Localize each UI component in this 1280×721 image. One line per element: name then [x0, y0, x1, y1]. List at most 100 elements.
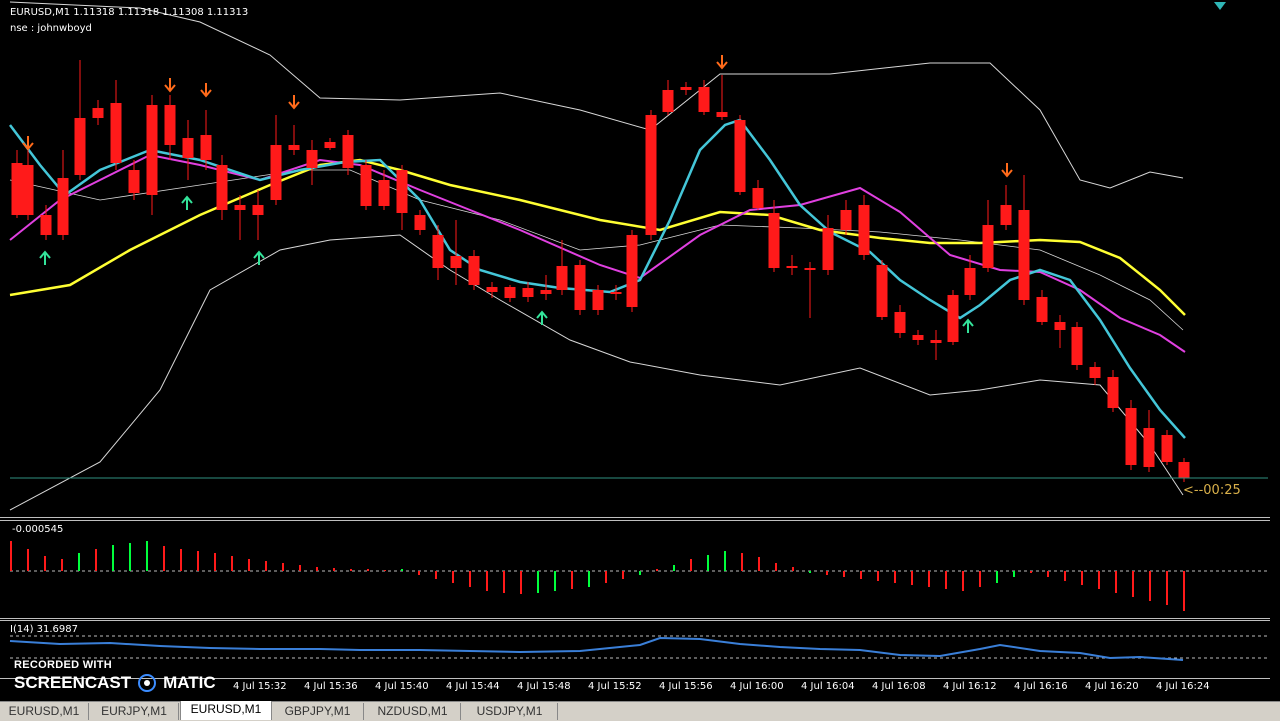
bear-candle [270, 115, 282, 205]
time-tick: 4 Jul 15:44 [446, 681, 500, 692]
bear-candle [930, 330, 942, 360]
bear-candle [556, 240, 568, 295]
time-tick: 4 Jul 16:20 [1085, 681, 1139, 692]
bear-candle [1125, 400, 1137, 470]
time-tick: 4 Jul 16:00 [730, 681, 784, 692]
bear-candle [858, 195, 870, 260]
bear-candle [396, 165, 408, 230]
time-tick: 4 Jul 15:40 [375, 681, 429, 692]
symbol-tabs: EURUSD,M1 EURJPY,M1 EURUSD,M1 GBPJPY,M1 NZDU… [0, 701, 1280, 721]
bear-candle [360, 160, 372, 210]
time-tick: 4 Jul 15:32 [233, 681, 287, 692]
bear-candle [1143, 410, 1155, 472]
rsi-line [9, 636, 1184, 661]
time-tick: 4 Jul 15:52 [588, 681, 642, 692]
bear-candle [1071, 322, 1083, 370]
bear-candle [22, 140, 34, 220]
chart-title: EURUSD,M1 1.11318 1.11318 1.11308 1.1131… [10, 7, 249, 18]
bear-candle [57, 150, 69, 240]
bear-candle [822, 215, 834, 275]
fast-ema-line [9, 118, 1186, 439]
bear-candle [894, 305, 906, 338]
time-tick: 4 Jul 15:36 [304, 681, 358, 692]
buy-arrow-icon [181, 195, 193, 210]
sell-arrow-icon [1001, 163, 1013, 178]
bear-candle [504, 285, 516, 302]
buy-arrow-icon [39, 250, 51, 265]
bear-candle [342, 130, 354, 175]
mid-ema-line [9, 153, 1186, 353]
panel-separator [0, 517, 1270, 518]
sell-arrow-icon [164, 78, 176, 93]
bear-candle [306, 140, 318, 185]
bear-candle [432, 225, 444, 280]
bollinger-bands [9, 1, 1184, 511]
bear-candle [1036, 290, 1048, 325]
bear-candle [92, 100, 104, 125]
bear-candle [324, 138, 336, 150]
tab-eurusd-m1[interactable]: EURUSD,M1 [180, 701, 272, 720]
bear-candle [912, 330, 924, 345]
panel-separator [0, 618, 1270, 619]
price-chart[interactable]: <--00:25 [0, 0, 1280, 520]
bear-candle [716, 75, 728, 120]
sell-arrow-icon [200, 83, 212, 98]
lower-band [9, 234, 1184, 511]
bear-candle [734, 115, 746, 195]
bear-candle [414, 210, 426, 235]
tab-usdjpy-m1[interactable]: USDJPY,M1 [462, 703, 558, 720]
buy-arrow-icon [536, 310, 548, 325]
sell-arrow-icon [716, 55, 728, 70]
bear-candle [1107, 370, 1119, 412]
time-tick: 4 Jul 15:48 [517, 681, 571, 692]
rsi-value: I(14) 31.6987 [10, 624, 79, 635]
bear-candle [947, 290, 959, 345]
bear-candle [74, 60, 86, 180]
bear-candle [288, 125, 300, 155]
watermark-brand-right: MATIC [163, 673, 216, 692]
bear-candle [146, 95, 158, 215]
tab-nzdusd-m1[interactable]: NZDUSD,M1 [365, 703, 461, 720]
time-tick: 4 Jul 16:08 [872, 681, 926, 692]
bear-candle [680, 82, 692, 95]
bear-candle [698, 80, 710, 115]
bear-candle [804, 262, 816, 318]
bear-candle [164, 95, 176, 160]
moving-averages [9, 118, 1186, 439]
bear-candle [40, 205, 52, 240]
oscillator-value: -0.000545 [12, 524, 64, 535]
time-tick: 4 Jul 16:16 [1014, 681, 1068, 692]
bear-candle [1000, 185, 1012, 230]
bear-candle [626, 230, 638, 312]
buy-arrow-icon [253, 250, 265, 265]
watermark-brand-left: SCREENCAST [14, 673, 132, 692]
tab-eurusd-m1[interactable]: EURUSD,M1 [0, 703, 89, 720]
panel-separator [0, 620, 1270, 621]
bear-candle [876, 260, 888, 320]
bear-candle [110, 80, 122, 170]
bear-candle [1054, 315, 1066, 348]
oscillator-bars [10, 541, 1185, 611]
time-tick: 4 Jul 15:56 [659, 681, 713, 692]
sell-arrow-icon [288, 95, 300, 110]
bear-candle [182, 120, 194, 180]
oscillator-panel[interactable] [0, 522, 1280, 620]
time-tick: 4 Jul 16:04 [801, 681, 855, 692]
bear-candle [662, 80, 674, 115]
bear-candle [574, 260, 586, 315]
tab-gbpjpy-m1[interactable]: GBPJPY,M1 [272, 703, 364, 720]
bear-candle [1089, 362, 1101, 385]
bear-candle [252, 190, 264, 240]
bear-candle [234, 195, 246, 240]
upper-band [9, 1, 1184, 189]
screencast-logo-icon [138, 674, 157, 692]
bear-candle [1018, 175, 1030, 305]
bar-timer-label: <--00:25 [1183, 483, 1241, 498]
panel-separator [0, 520, 1270, 521]
bear-candle [786, 255, 798, 275]
tab-eurjpy-m1[interactable]: EURJPY,M1 [90, 703, 179, 720]
chart-shift-icon[interactable] [1214, 2, 1228, 12]
screencast-watermark: RECORDED WITH SCREENCAST MATIC [14, 659, 216, 693]
watermark-recorded-with: RECORDED WITH [14, 659, 113, 671]
bear-candle [468, 250, 480, 290]
